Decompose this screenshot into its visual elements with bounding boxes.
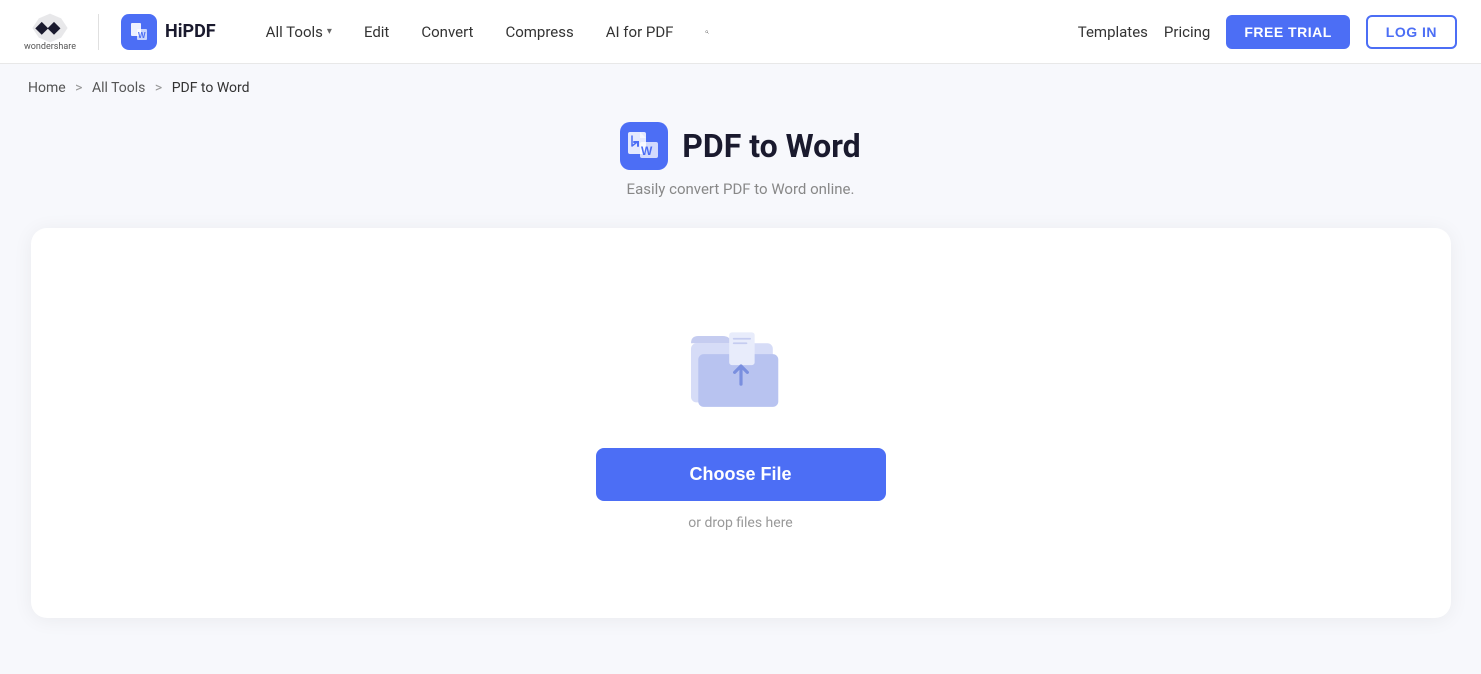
logo-area: ⬥⬥ wondershare W HiPDF — [24, 12, 216, 52]
nav-convert[interactable]: Convert — [407, 15, 487, 49]
hipdf-logo[interactable]: W HiPDF — [121, 14, 216, 50]
svg-text:⬥⬥: ⬥⬥ — [35, 16, 61, 36]
nav-compress[interactable]: Compress — [491, 15, 587, 49]
svg-text:W: W — [641, 144, 653, 158]
nav-templates[interactable]: Templates — [1078, 23, 1148, 41]
page-header: W PDF to Word Easily convert PDF to Word… — [620, 122, 860, 198]
upload-illustration — [681, 316, 801, 420]
svg-text:W: W — [138, 31, 146, 40]
choose-file-button[interactable]: Choose File — [596, 448, 886, 501]
hipdf-text: HiPDF — [165, 21, 216, 42]
free-trial-button[interactable]: FREE TRIAL — [1226, 15, 1349, 49]
logo-divider — [98, 14, 99, 50]
tool-icon: W — [620, 122, 668, 170]
drop-zone[interactable]: Choose File or drop files here — [31, 228, 1451, 618]
page-title-row: W PDF to Word — [620, 122, 860, 170]
nav-ai-for-pdf[interactable]: AI for PDF — [592, 15, 688, 49]
drop-hint: or drop files here — [688, 515, 792, 531]
nav-edit[interactable]: Edit — [350, 15, 403, 49]
nav-right: Templates Pricing FREE TRIAL LOG IN — [1078, 15, 1457, 49]
page-subtitle: Easily convert PDF to Word online. — [627, 180, 855, 198]
search-icon[interactable] — [691, 16, 723, 48]
wondershare-logo[interactable]: ⬥⬥ wondershare — [24, 12, 76, 52]
breadcrumb-sep-1: > — [75, 80, 82, 96]
breadcrumb-home[interactable]: Home — [28, 80, 66, 96]
main-content: W PDF to Word Easily convert PDF to Word… — [0, 112, 1481, 648]
chevron-down-icon: ▾ — [327, 26, 332, 37]
header: ⬥⬥ wondershare W HiPDF All Tools ▾ Edit … — [0, 0, 1481, 64]
breadcrumb-current: PDF to Word — [172, 80, 250, 96]
login-button[interactable]: LOG IN — [1366, 15, 1457, 49]
breadcrumb-sep-2: > — [155, 80, 162, 96]
main-nav: All Tools ▾ Edit Convert Compress AI for… — [252, 15, 1078, 49]
breadcrumb: Home > All Tools > PDF to Word — [0, 64, 1481, 112]
nav-pricing[interactable]: Pricing — [1164, 23, 1210, 41]
hipdf-icon: W — [121, 14, 157, 50]
nav-all-tools[interactable]: All Tools ▾ — [252, 15, 346, 49]
page-title: PDF to Word — [682, 127, 860, 165]
breadcrumb-all-tools[interactable]: All Tools — [92, 80, 145, 96]
